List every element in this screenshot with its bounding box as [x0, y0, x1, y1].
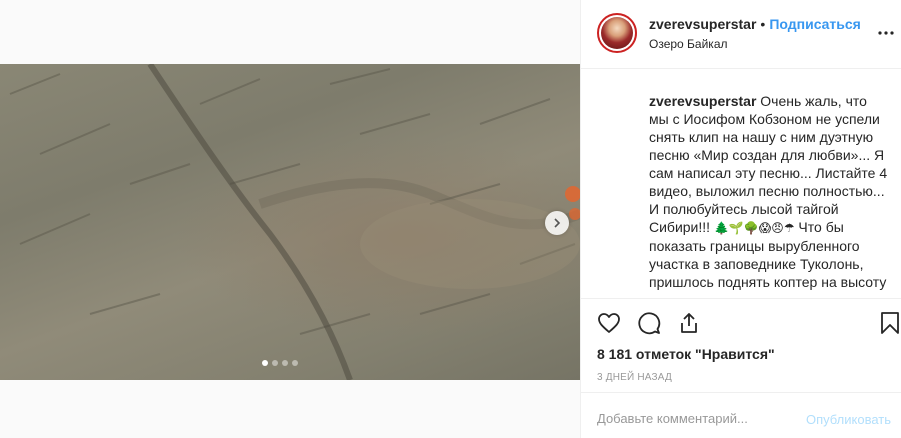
post-side-panel: zverevsuperstar • Подписаться Озеро Байк…	[580, 0, 901, 438]
forest-clearing-image	[9, 64, 580, 380]
location-link[interactable]: Озеро Байкал	[649, 37, 728, 51]
carousel-dot	[262, 360, 268, 366]
share-icon	[681, 313, 697, 333]
save-button[interactable]	[878, 311, 901, 335]
publish-button[interactable]: Опубликовать	[806, 412, 891, 427]
caption-text: Очень жаль, что мы с Иосифом Кобзоном не…	[649, 93, 888, 235]
add-comment-form: Опубликовать	[581, 392, 901, 438]
avatar[interactable]	[597, 13, 637, 53]
comment-button[interactable]	[637, 311, 661, 335]
share-button[interactable]	[677, 311, 701, 335]
carousel-dot	[272, 360, 278, 366]
post-media	[0, 0, 580, 438]
post-header: zverevsuperstar • Подписаться Озеро Байк…	[581, 0, 901, 69]
follow-button[interactable]: Подписаться	[769, 16, 861, 32]
carousel-dot	[282, 360, 288, 366]
more-options-button[interactable]	[877, 24, 895, 40]
action-bar	[581, 298, 901, 344]
heart-icon	[598, 313, 620, 333]
carousel-dot	[292, 360, 298, 366]
carousel-indicator	[262, 360, 298, 366]
avatar-image	[601, 17, 633, 49]
likes-count[interactable]: 8 181 отметок "Нравится"	[597, 346, 775, 362]
caption: zverevsuperstar Очень жаль, что мы с Иос…	[581, 70, 901, 297]
carousel-next-button[interactable]	[545, 211, 569, 235]
caption-emojis: 🌲🌱🌳😱😠☂	[713, 221, 795, 235]
separator-dot: •	[760, 16, 766, 32]
caption-username[interactable]: zverevsuperstar	[649, 93, 756, 109]
like-button[interactable]	[597, 311, 621, 335]
header-name-row: zverevsuperstar • Подписаться	[649, 16, 861, 32]
chevron-right-icon	[554, 218, 561, 228]
bookmark-icon	[881, 312, 899, 334]
post-timestamp[interactable]: 3 ДНЕЙ НАЗАД	[597, 372, 672, 383]
post-video[interactable]	[0, 64, 580, 380]
ellipsis-icon	[878, 31, 894, 35]
comment-icon	[638, 312, 661, 335]
comment-input[interactable]	[597, 411, 807, 426]
username-link[interactable]: zverevsuperstar	[649, 16, 756, 32]
